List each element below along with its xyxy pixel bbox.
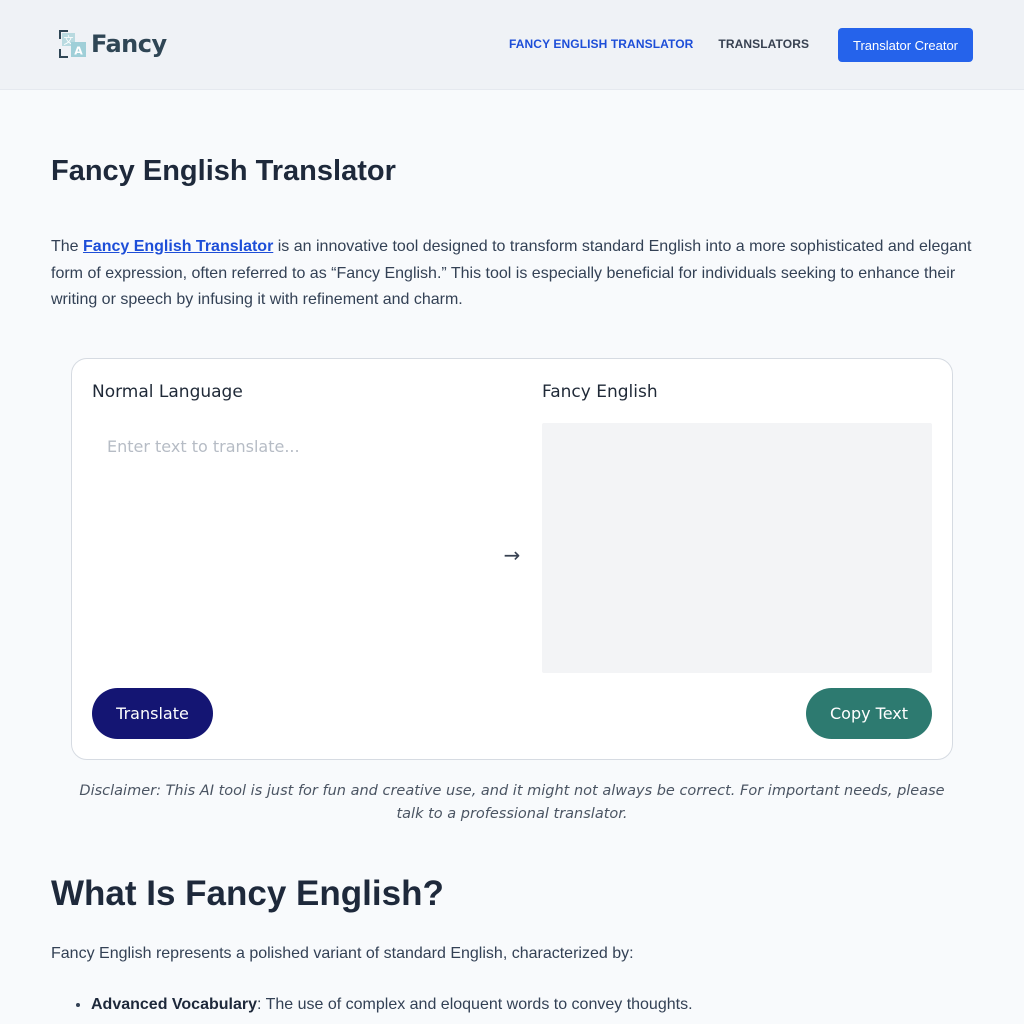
intro-paragraph: The Fancy English Translator is an innov… xyxy=(51,234,981,314)
main-nav: FANCY ENGLISH TRANSLATOR TRANSLATORS xyxy=(509,37,809,51)
source-language-label: Normal Language xyxy=(92,382,243,402)
translator-card: Normal Language Fancy English → Translat… xyxy=(71,358,953,760)
feature-term: Advanced Vocabulary xyxy=(91,996,257,1013)
site-logo[interactable]: 文 A Fancy xyxy=(58,28,167,60)
list-item: Advanced Vocabulary: The use of complex … xyxy=(91,995,991,1015)
translator-creator-button[interactable]: Translator Creator xyxy=(838,28,973,62)
svg-text:A: A xyxy=(74,45,83,58)
intro-prefix: The xyxy=(51,238,84,255)
disclaimer: Disclaimer: This AI tool is just for fun… xyxy=(79,783,945,822)
nav-translators[interactable]: TRANSLATORS xyxy=(718,37,809,51)
translate-button[interactable]: Translate xyxy=(92,688,213,739)
site-header: 文 A Fancy FANCY ENGLISH TRANSLATOR TRANS… xyxy=(0,0,1024,90)
translate-icon: 文 A xyxy=(59,30,86,58)
section-title: What Is Fancy English? xyxy=(51,874,444,913)
copy-text-button[interactable]: Copy Text xyxy=(806,688,932,739)
feature-description: : The use of complex and eloquent words … xyxy=(256,996,693,1013)
nav-fancy-english-translator[interactable]: FANCY ENGLISH TRANSLATOR xyxy=(509,37,693,51)
logo-text: Fancy xyxy=(91,30,167,58)
source-text-input[interactable] xyxy=(92,423,482,673)
translation-output xyxy=(542,423,932,673)
intro-link[interactable]: Fancy English Translator xyxy=(83,238,273,255)
arrow-right-icon: → xyxy=(503,543,521,567)
section-intro: Fancy English represents a polished vari… xyxy=(51,945,634,962)
target-language-label: Fancy English xyxy=(542,382,658,402)
page-title: Fancy English Translator xyxy=(51,155,396,187)
feature-list: Advanced Vocabulary: The use of complex … xyxy=(91,995,991,1015)
